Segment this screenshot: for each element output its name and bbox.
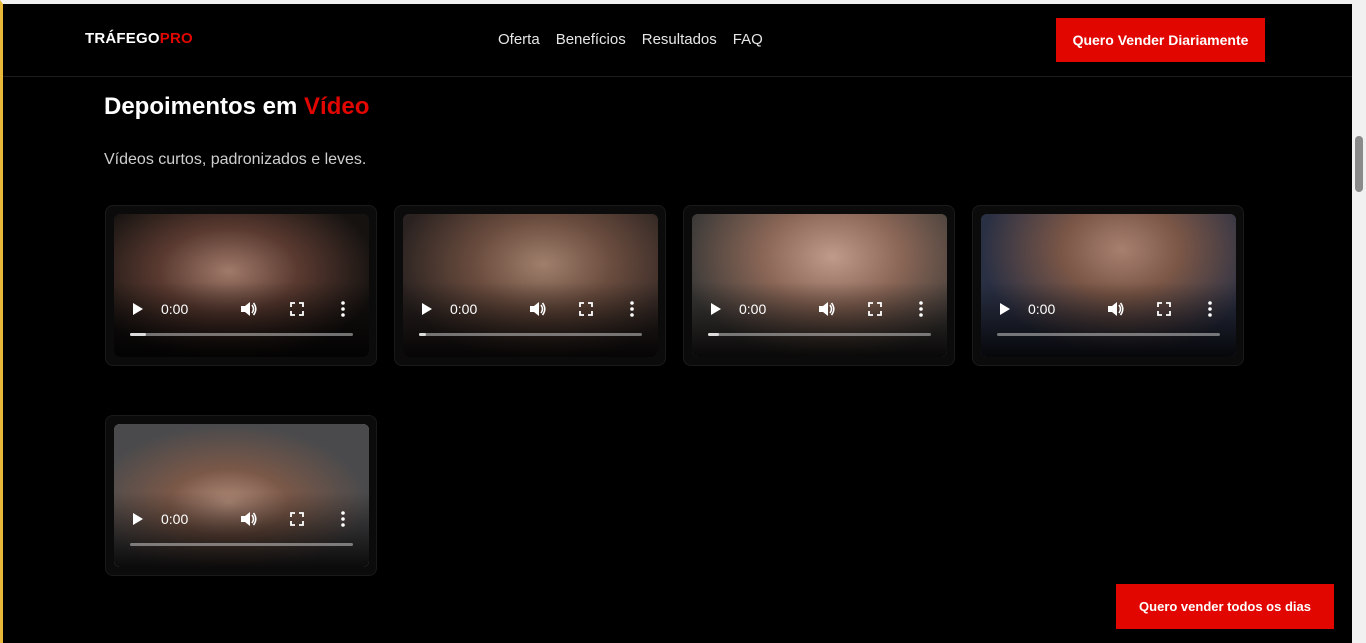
navbar: TRÁFEGOPRO Oferta Benefícios Resultados …: [3, 4, 1352, 77]
video-progress-fill: [708, 333, 720, 336]
video-card: 0:00: [394, 205, 666, 366]
video-time: 0:00: [1028, 301, 1056, 317]
section-title-main: Depoimentos em: [104, 93, 305, 120]
video-progress-fill: [419, 333, 426, 336]
video-player[interactable]: 0:00: [692, 214, 947, 357]
fullscreen-icon[interactable]: [1157, 301, 1171, 317]
video-progress-bar[interactable]: [130, 543, 353, 546]
video-card: 0:00: [105, 205, 377, 366]
video-player[interactable]: 0:00: [403, 214, 658, 357]
more-icon[interactable]: [919, 301, 923, 317]
video-card: 0:00: [972, 205, 1244, 366]
logo-main: TRÁFEGO: [85, 30, 160, 47]
nav-beneficios[interactable]: Benefícios: [556, 31, 626, 48]
video-time: 0:00: [450, 301, 478, 317]
play-icon[interactable]: [132, 511, 144, 527]
video-progress-bar[interactable]: [130, 333, 353, 336]
more-icon[interactable]: [630, 301, 634, 317]
play-icon[interactable]: [132, 301, 144, 317]
section-title-accent: Vídeo: [304, 93, 370, 120]
video-progress-bar[interactable]: [997, 333, 1220, 336]
fullscreen-icon[interactable]: [868, 301, 882, 317]
volume-icon[interactable]: [818, 301, 836, 317]
volume-icon[interactable]: [529, 301, 547, 317]
scrollbar-thumb[interactable]: [1355, 136, 1363, 192]
video-progress-bar[interactable]: [419, 333, 642, 336]
video-player[interactable]: 0:00: [114, 214, 369, 357]
play-icon[interactable]: [421, 301, 433, 317]
nav-resultados[interactable]: Resultados: [642, 31, 717, 48]
video-card: 0:00: [105, 415, 377, 576]
volume-icon[interactable]: [240, 301, 258, 317]
video-progress-fill: [130, 333, 146, 336]
video-card: 0:00: [683, 205, 955, 366]
video-time: 0:00: [739, 301, 767, 317]
floating-cta-button[interactable]: Quero vender todos os dias: [1116, 584, 1334, 629]
page-frame: TRÁFEGOPRO Oferta Benefícios Resultados …: [0, 0, 1366, 643]
play-icon[interactable]: [710, 301, 722, 317]
logo[interactable]: TRÁFEGOPRO: [85, 30, 193, 47]
header-cta-button[interactable]: Quero Vender Diariamente: [1056, 18, 1265, 62]
nav-links: Oferta Benefícios Resultados FAQ: [498, 31, 763, 48]
section-subtitle: Vídeos curtos, padronizados e leves.: [104, 151, 367, 168]
video-progress-bar[interactable]: [708, 333, 931, 336]
fullscreen-icon[interactable]: [290, 511, 304, 527]
scrollbar[interactable]: [1352, 0, 1366, 643]
section-title: Depoimentos em Vídeo: [104, 93, 369, 121]
nav-oferta[interactable]: Oferta: [498, 31, 540, 48]
video-time: 0:00: [161, 511, 189, 527]
video-player[interactable]: 0:00: [981, 214, 1236, 357]
play-icon[interactable]: [999, 301, 1011, 317]
more-icon[interactable]: [341, 301, 345, 317]
video-player[interactable]: 0:00: [114, 424, 369, 567]
logo-accent: PRO: [159, 30, 193, 47]
video-time: 0:00: [161, 301, 189, 317]
more-icon[interactable]: [1208, 301, 1212, 317]
volume-icon[interactable]: [240, 511, 258, 527]
volume-icon[interactable]: [1107, 301, 1125, 317]
nav-faq[interactable]: FAQ: [733, 31, 763, 48]
fullscreen-icon[interactable]: [579, 301, 593, 317]
fullscreen-icon[interactable]: [290, 301, 304, 317]
more-icon[interactable]: [341, 511, 345, 527]
